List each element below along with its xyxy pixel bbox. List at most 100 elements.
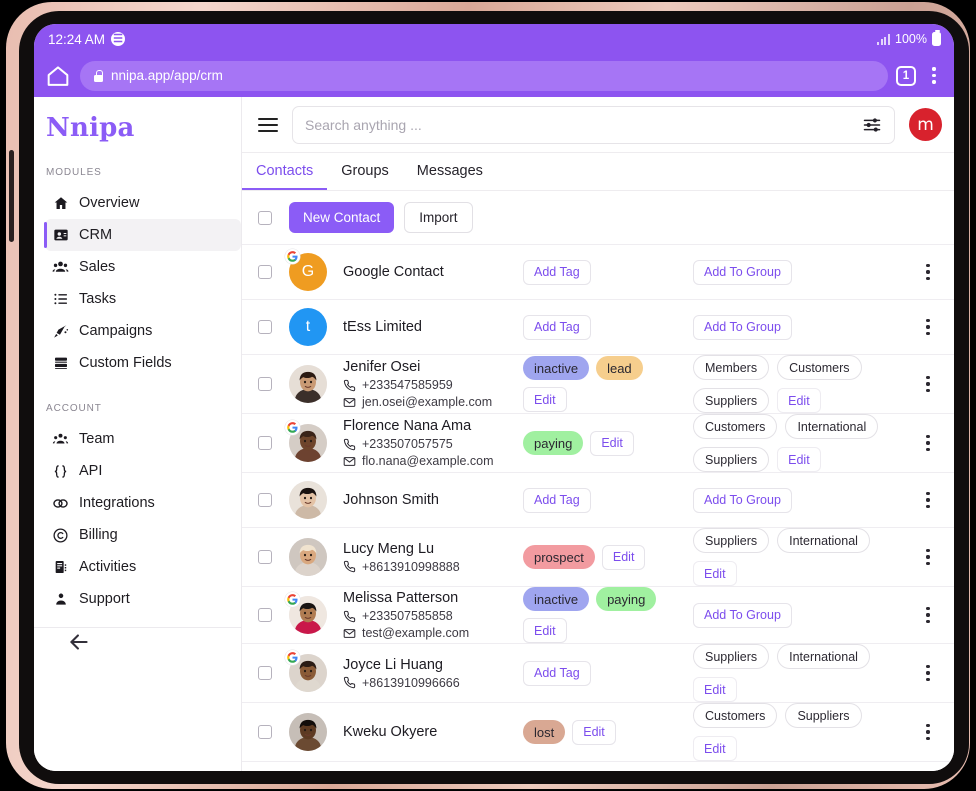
group-chip[interactable]: Customers <box>777 355 862 380</box>
row-menu-button[interactable] <box>902 491 954 509</box>
row-checkbox[interactable] <box>258 725 272 739</box>
row-menu-button[interactable] <box>902 263 954 281</box>
edit-groups-button[interactable]: Edit <box>693 677 737 702</box>
device-side-button[interactable] <box>9 150 14 242</box>
group-chip[interactable]: Suppliers <box>693 528 770 553</box>
filter-sliders-icon[interactable] <box>862 115 882 135</box>
avatar[interactable]: m <box>909 108 942 141</box>
status-badge[interactable]: lead <box>596 356 643 380</box>
row-menu-button[interactable] <box>902 664 954 682</box>
group-chip[interactable]: Members <box>693 355 770 380</box>
table-row[interactable]: Kweku Okyere lost Edit Customers Suppliers Ed… <box>242 703 954 762</box>
status-badge[interactable]: paying <box>523 431 584 455</box>
edit-tags-button[interactable]: Edit <box>523 387 567 412</box>
sidebar-item-sales[interactable]: Sales <box>45 251 241 283</box>
add-tag-button[interactable]: Add Tag <box>523 660 591 686</box>
sidebar-item-api[interactable]: API <box>45 455 241 487</box>
select-all-checkbox[interactable] <box>258 210 272 225</box>
table-row[interactable]: Florence Nana Ama +233507057575 flo.nana@e… <box>242 414 954 473</box>
status-badge[interactable]: prospect <box>523 545 595 569</box>
search-input[interactable] <box>305 116 862 133</box>
group-chip[interactable]: Customers <box>693 703 778 728</box>
table-row[interactable]: Lucy Meng Lu +8613910998888 prospect Edit Su… <box>242 528 954 587</box>
table-row[interactable]: G Google Contact Add Tag Add To Group <box>242 245 954 300</box>
edit-groups-button[interactable]: Edit <box>693 561 737 586</box>
group-chip[interactable]: Customers <box>693 414 778 439</box>
brand-logo[interactable]: Nnipa <box>34 97 241 143</box>
sidebar-item-custom-fields[interactable]: Custom Fields <box>45 347 241 379</box>
table-row[interactable]: Melissa Patterson +233507585858 test@examp… <box>242 587 954 644</box>
status-badge[interactable]: inactive <box>523 356 590 380</box>
sidebar-item-crm[interactable]: CRM <box>44 219 241 251</box>
edit-tags-button[interactable]: Edit <box>601 544 646 570</box>
browser-chrome: 12:24 AM ☰ 100% nnipa.app/app/crm 1 <box>34 24 954 97</box>
status-bar-right: 100% <box>877 29 941 46</box>
add-tag-button[interactable]: Add Tag <box>523 259 591 285</box>
group-chip[interactable]: International <box>785 414 879 439</box>
row-checkbox[interactable] <box>258 550 272 564</box>
table-row[interactable]: Joyce Li Huang +8613910996666 Add Tag Suppl… <box>242 644 954 703</box>
sidebar-item-overview[interactable]: Overview <box>45 187 241 219</box>
row-menu-button[interactable] <box>902 318 954 336</box>
group-chip[interactable]: Suppliers <box>785 703 862 728</box>
import-button[interactable]: Import <box>404 202 473 233</box>
tab-groups[interactable]: Groups <box>327 153 403 190</box>
add-tag-button[interactable]: Add Tag <box>523 487 591 513</box>
table-row[interactable]: Jenifer Osei +233547585959 jen.osei@exampl… <box>242 355 954 414</box>
row-menu-button[interactable] <box>902 723 954 741</box>
add-to-group-button[interactable]: Add To Group <box>693 259 792 285</box>
sidebar-item-billing[interactable]: Billing <box>45 519 241 551</box>
sidebar-item-integrations[interactable]: Integrations <box>45 487 241 519</box>
add-tag-button[interactable]: Add Tag <box>523 314 591 340</box>
support-agent-icon <box>52 591 69 608</box>
group-chip[interactable]: Suppliers <box>693 388 770 413</box>
tab-contacts[interactable]: Contacts <box>242 153 328 190</box>
edit-groups-button[interactable]: Edit <box>693 736 737 761</box>
tab-counter-button[interactable]: 1 <box>896 65 916 86</box>
home-icon[interactable] <box>44 62 72 90</box>
arrow-left-icon[interactable] <box>66 629 92 655</box>
row-checkbox[interactable] <box>258 493 272 507</box>
row-checkbox[interactable] <box>258 666 272 680</box>
row-checkbox[interactable] <box>258 320 272 334</box>
contact-email: test@example.com <box>343 626 523 640</box>
edit-groups-button[interactable]: Edit <box>777 388 821 413</box>
table-row[interactable]: Johnson Smith Add Tag Add To Group <box>242 473 954 528</box>
row-checkbox[interactable] <box>258 377 272 391</box>
table-row[interactable]: t tEss Limited Add Tag Add To Group <box>242 300 954 355</box>
sidebar-item-support[interactable]: Support <box>45 583 241 615</box>
new-contact-button[interactable]: New Contact <box>289 202 395 233</box>
sidebar-item-campaigns[interactable]: Campaigns <box>45 315 241 347</box>
sidebar-item-activities[interactable]: Activities <box>45 551 241 583</box>
sidebar-item-team[interactable]: Team <box>45 423 241 455</box>
add-to-group-button[interactable]: Add To Group <box>693 602 792 628</box>
group-chip[interactable]: International <box>777 528 870 553</box>
row-checkbox[interactable] <box>258 265 272 279</box>
edit-groups-button[interactable]: Edit <box>777 447 821 472</box>
row-menu-button[interactable] <box>902 434 954 452</box>
status-badge[interactable]: lost <box>523 720 566 744</box>
tab-messages[interactable]: Messages <box>403 153 497 190</box>
row-menu-button[interactable] <box>902 548 954 566</box>
edit-tags-button[interactable]: Edit <box>572 719 616 745</box>
edit-tags-button[interactable]: Edit <box>523 618 567 643</box>
row-menu-button[interactable] <box>902 606 954 624</box>
status-badge[interactable]: paying <box>596 587 657 611</box>
hamburger-icon[interactable] <box>258 117 278 132</box>
search-bar[interactable] <box>292 105 895 144</box>
address-bar[interactable]: nnipa.app/app/crm <box>80 60 888 91</box>
sidebar-item-tasks[interactable]: Tasks <box>45 283 241 315</box>
group-chip[interactable]: Suppliers <box>693 644 770 669</box>
add-to-group-button[interactable]: Add To Group <box>693 487 792 513</box>
overflow-menu-icon[interactable] <box>924 67 944 84</box>
status-badge[interactable]: inactive <box>523 587 590 611</box>
tags-cell: lost Edit <box>523 719 693 745</box>
row-checkbox[interactable] <box>258 608 272 622</box>
add-to-group-button[interactable]: Add To Group <box>693 314 792 340</box>
group-chip[interactable]: International <box>777 644 870 669</box>
group-chip[interactable]: Suppliers <box>693 447 770 472</box>
row-menu-button[interactable] <box>902 375 954 393</box>
edit-tags-button[interactable]: Edit <box>590 430 634 456</box>
row-checkbox[interactable] <box>258 436 272 450</box>
contact-name-cell: Google Contact <box>343 264 523 280</box>
